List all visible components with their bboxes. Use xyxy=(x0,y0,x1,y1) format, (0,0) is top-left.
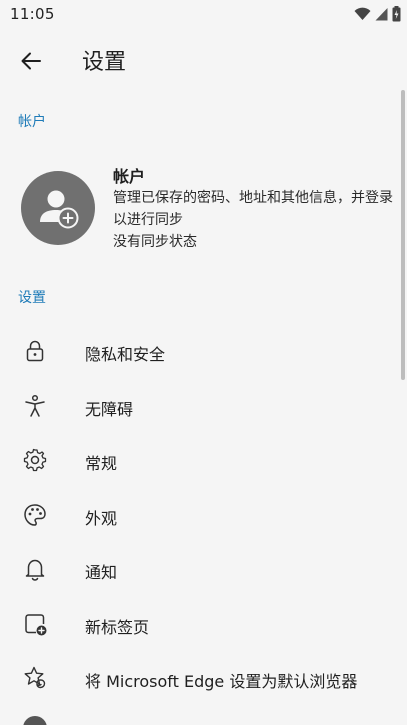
menu-item-general[interactable]: 常规 xyxy=(0,433,400,488)
arrow-left-icon xyxy=(21,52,41,70)
battery-icon xyxy=(392,6,401,22)
settings-menu: 隐私和安全 无障碍 常规 外观 通知 新标签页 将 Microsoft Edge… xyxy=(0,324,400,706)
add-account-icon xyxy=(40,190,79,229)
menu-item-default-browser[interactable]: 将 Microsoft Edge 设置为默认浏览器 xyxy=(0,651,400,706)
status-bar: 11:05 xyxy=(0,0,407,28)
section-header-account: 帐户 xyxy=(18,114,46,130)
menu-label: 将 Microsoft Edge 设置为默认浏览器 xyxy=(85,672,358,691)
partial-item-icon xyxy=(23,716,47,725)
menu-item-appearance[interactable]: 外观 xyxy=(0,488,400,543)
gear-icon xyxy=(23,448,47,472)
status-icons xyxy=(354,6,401,22)
account-title: 帐户 xyxy=(113,167,146,186)
menu-item-notifications[interactable]: 通知 xyxy=(0,542,400,597)
menu-label: 常规 xyxy=(85,454,118,473)
menu-label: 隐私和安全 xyxy=(85,345,166,364)
app-bar: 设置 xyxy=(0,28,407,92)
account-entry[interactable]: 帐户 管理已保存的密码、地址和其他信息，并登录以进行同步 没有同步状态 xyxy=(0,152,400,264)
back-button[interactable] xyxy=(14,44,48,78)
menu-item-new-tab[interactable]: 新标签页 xyxy=(0,597,400,652)
accessibility-icon xyxy=(25,394,45,417)
menu-item-accessibility[interactable]: 无障碍 xyxy=(0,379,400,434)
palette-icon xyxy=(24,503,46,526)
new-tab-icon xyxy=(25,613,47,635)
menu-label: 通知 xyxy=(85,563,118,582)
account-description-text: 管理已保存的密码、地址和其他信息，并登录以进行同步 xyxy=(113,190,393,228)
default-browser-icon xyxy=(24,666,46,689)
lock-icon xyxy=(26,340,44,362)
bell-icon xyxy=(25,559,45,581)
menu-item-privacy[interactable]: 隐私和安全 xyxy=(0,324,400,379)
page-title: 设置 xyxy=(82,50,127,75)
scrollbar[interactable] xyxy=(401,90,405,380)
cell-signal-icon xyxy=(375,8,388,21)
status-time: 11:05 xyxy=(10,5,55,23)
account-sync-status: 没有同步状态 xyxy=(113,234,197,250)
menu-label: 新标签页 xyxy=(85,617,150,637)
menu-label: 无障碍 xyxy=(85,399,134,419)
avatar xyxy=(21,171,95,245)
account-description: 管理已保存的密码、地址和其他信息，并登录以进行同步 没有同步状态 xyxy=(113,187,393,253)
wifi-icon xyxy=(354,7,371,20)
menu-label: 外观 xyxy=(85,508,118,528)
section-header-settings: 设置 xyxy=(18,290,46,306)
